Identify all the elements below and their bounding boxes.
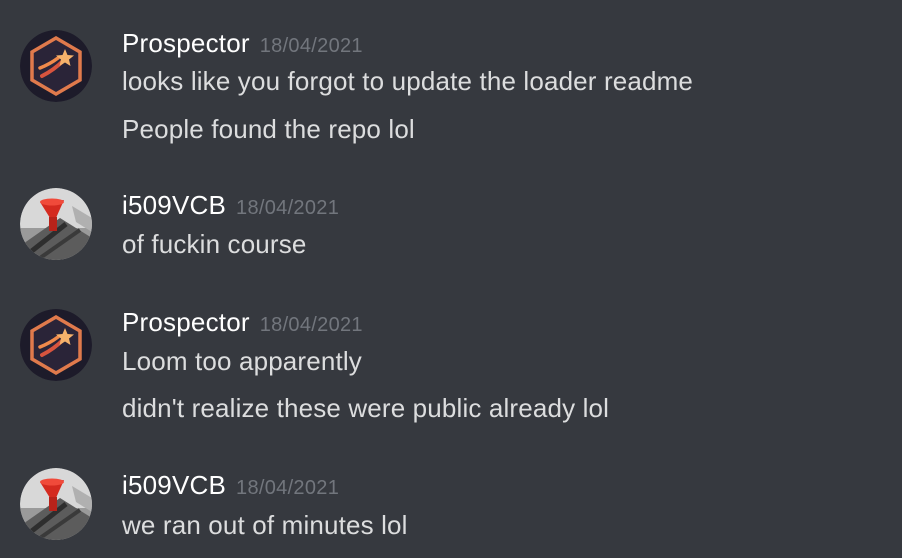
- message-header: i509VCB 18/04/2021: [122, 192, 339, 218]
- shooting-star-hexagon-icon: [20, 30, 92, 102]
- message-text: we ran out of minutes lol: [122, 510, 408, 540]
- message-text: of fuckin course: [122, 229, 307, 259]
- username[interactable]: Prospector: [122, 307, 250, 337]
- message-text: looks like you forgot to update the load…: [122, 66, 694, 96]
- message-text: People found the repo lol: [122, 114, 415, 144]
- timestamp[interactable]: 18/04/2021: [236, 477, 339, 499]
- avatar[interactable]: [20, 188, 92, 260]
- avatar[interactable]: [20, 468, 92, 540]
- username[interactable]: i509VCB: [122, 470, 226, 500]
- red-funnel-photo-icon: [20, 188, 92, 260]
- timestamp[interactable]: 18/04/2021: [236, 197, 339, 219]
- avatar[interactable]: [20, 30, 92, 102]
- username[interactable]: Prospector: [122, 28, 250, 58]
- chat-message-list: Prospector 18/04/2021 looks like you forg…: [0, 0, 902, 558]
- shooting-star-hexagon-icon: [20, 309, 92, 381]
- message-text: Loom too apparently: [122, 346, 362, 376]
- timestamp[interactable]: 18/04/2021: [260, 314, 363, 336]
- username[interactable]: i509VCB: [122, 190, 226, 220]
- message-header: i509VCB 18/04/2021: [122, 472, 339, 498]
- message-text: didn't realize these were public already…: [122, 393, 610, 423]
- red-funnel-photo-icon: [20, 468, 92, 540]
- message-header: Prospector 18/04/2021: [122, 309, 363, 335]
- timestamp[interactable]: 18/04/2021: [260, 35, 363, 57]
- avatar[interactable]: [20, 309, 92, 381]
- message-header: Prospector 18/04/2021: [122, 30, 363, 56]
